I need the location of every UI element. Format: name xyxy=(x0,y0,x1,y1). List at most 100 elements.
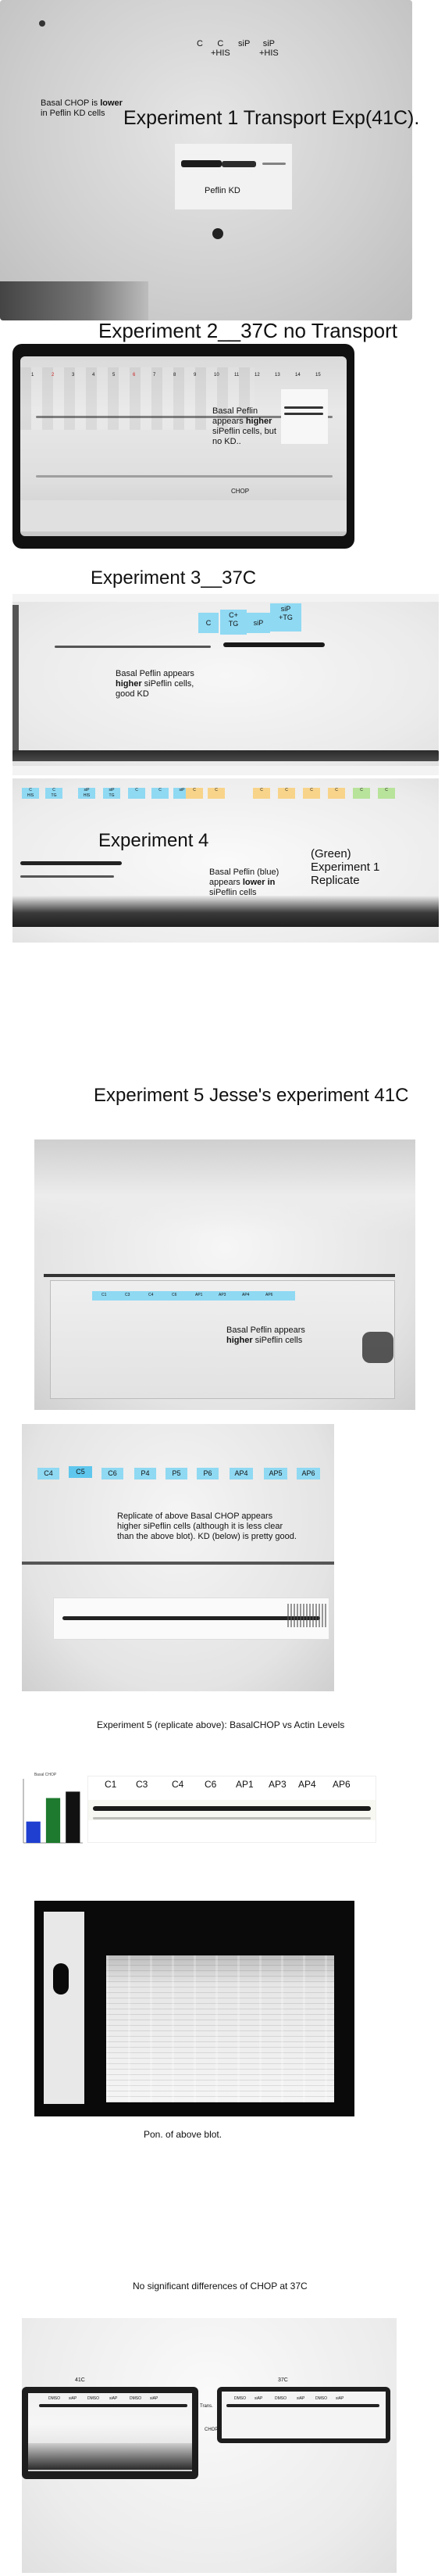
exp1-title: Experiment 1 Transport Exp(41C). xyxy=(123,107,420,129)
exp4-yellow-tag: C xyxy=(253,788,270,799)
exp5-strip-label: AP3 xyxy=(219,1293,226,1297)
exp2-lane-number: 3 xyxy=(72,373,75,377)
final-lane-label: DMSO xyxy=(130,2396,141,2401)
exp1-lane-label: C +HIS xyxy=(211,39,230,58)
exp5-tag: P4 xyxy=(134,1468,156,1479)
exp3-title: Experiment 3__37C xyxy=(91,567,257,589)
exp5-tag: AP5 xyxy=(264,1468,287,1479)
exp4-note-text: siPeflin cells xyxy=(209,888,257,897)
exp2-note-text: siPeflin cells, but no KD.. xyxy=(212,427,276,446)
exp1-note: Basal CHOP is lower in Peflin KD cells xyxy=(41,98,128,119)
exp5rep-band xyxy=(93,1806,371,1811)
exp5-strip-label: C3 xyxy=(125,1293,130,1297)
exp5rep-lane-label: C1 xyxy=(105,1779,117,1790)
exp1-peflin-kd-label: Peflin KD xyxy=(205,186,240,195)
exp1-lane-label: siP xyxy=(238,39,251,48)
exp1-spot xyxy=(212,228,223,239)
exp2-lane-number: 7 xyxy=(153,373,156,377)
exp3-note: Basal Peflin appears higher siPeflin cel… xyxy=(116,669,214,699)
final-lane-label: siAP xyxy=(297,2396,305,2401)
exp4-band xyxy=(20,875,114,878)
exp5-tag: AP4 xyxy=(230,1468,253,1479)
exp4-blue-tag: siP HIS xyxy=(78,788,95,799)
exp2-band xyxy=(284,413,323,415)
exp2-lane-number: 11 xyxy=(234,373,240,377)
final-lane-label: siAP xyxy=(336,2396,344,2401)
final-lane-label: siAP xyxy=(150,2396,158,2401)
exp5-tag: C5 xyxy=(69,1466,92,1478)
final-lane-label: siAP xyxy=(109,2396,118,2401)
exp1-label-box xyxy=(175,144,292,209)
exp5-replicate-note: Replicate of above Basal CHOP appears hi… xyxy=(117,1512,297,1541)
exp5-tag: C4 xyxy=(37,1468,59,1479)
exp4-note: Basal Peflin (blue) appears lower in siP… xyxy=(209,868,287,898)
exp5rep-lane-label: AP3 xyxy=(269,1779,287,1790)
chart-bar xyxy=(26,1821,41,1843)
exp5-note-bold: higher xyxy=(226,1336,253,1345)
exp4-yellow-tag: C xyxy=(208,788,225,799)
exp4-title: Experiment 4 xyxy=(98,830,209,851)
final-lane-label: DMSO xyxy=(87,2396,99,2401)
exp2-chop-label: CHOP xyxy=(231,488,250,495)
exp5-strip-label: C1 xyxy=(101,1293,107,1297)
exp2-lane-number: 13 xyxy=(275,373,280,377)
ponceau-caption: Pon. of above blot. xyxy=(144,2129,222,2140)
exp5rep-title: Experiment 5 (replicate above): BasalCHO… xyxy=(97,1719,345,1730)
exp5-tag: P6 xyxy=(197,1468,219,1479)
exp2-lane-number: 4 xyxy=(92,373,95,377)
exp3-tag: siP xyxy=(247,613,270,633)
exp4-band xyxy=(20,861,122,865)
final-caption: No significant differences of CHOP at 37… xyxy=(133,2281,308,2292)
exp4-blue-tag: C xyxy=(151,788,169,799)
exp3-band xyxy=(223,642,325,647)
exp5-strip-label: C6 xyxy=(172,1293,177,1297)
exp4-yellow-tag: C xyxy=(303,788,320,799)
exp1-dark-corner xyxy=(0,281,148,320)
final-blot xyxy=(22,2318,397,2573)
final-band xyxy=(226,2404,379,2407)
exp5rep-lane-label: C6 xyxy=(205,1779,217,1790)
exp1-note-text: Basal CHOP is xyxy=(41,98,101,108)
exp1-lane-label: C xyxy=(197,39,203,48)
exp3-note-text: Basal Peflin appears xyxy=(116,669,194,678)
exp1-band xyxy=(181,160,222,167)
exp4-yellow-tag: C xyxy=(328,788,345,799)
exp4-note-bold: lower in xyxy=(242,878,276,887)
exp5rep-lane-label: C3 xyxy=(136,1779,148,1790)
exp2-lane-number: 8 xyxy=(173,373,176,377)
exp3-tag: C xyxy=(198,613,219,633)
exp5-title: Experiment 5 Jesse's experiment 41C xyxy=(94,1085,409,1106)
exp1-note-bold: lower xyxy=(100,98,123,108)
exp5-tag: C6 xyxy=(101,1468,123,1479)
final-lane-label: DMSO xyxy=(315,2396,327,2401)
exp4-yellow-tag: C xyxy=(278,788,295,799)
exp5-tag: P5 xyxy=(166,1468,187,1479)
exp1-spot xyxy=(39,20,45,27)
exp5-blot xyxy=(34,1140,415,1410)
exp2-lane-numbers: 1 2 3 4 5 6 7 8 9 10 11 12 13 14 15 xyxy=(31,373,359,382)
exp4-blue-tag: C TG xyxy=(45,788,62,799)
exp3-band xyxy=(12,750,439,761)
final-band xyxy=(39,2404,187,2407)
exp2-lane-number: 6 xyxy=(133,373,136,377)
exp1-lane-label: siP +HIS xyxy=(259,39,279,58)
exp2-lane-number: 10 xyxy=(214,373,219,377)
exp4-yellow-tag: C xyxy=(186,788,203,799)
exp5-strip: C1 C3 C4 C6 AP1 AP3 AP4 AP6 xyxy=(92,1291,295,1301)
exp2-inset xyxy=(281,389,328,444)
exp1-band xyxy=(222,161,256,167)
exp2-lane-number: 12 xyxy=(255,373,260,377)
exp5-note: Basal Peflin appears higher siPeflin cel… xyxy=(226,1326,312,1346)
exp4-green-note: (Green) Experiment 1 Replicate xyxy=(311,847,380,887)
final-lane-label: DMSO xyxy=(48,2396,60,2401)
exp1-band xyxy=(262,163,286,165)
exp5-note-text: Basal Peflin appears xyxy=(226,1326,305,1335)
exp5rep-lane-label: AP1 xyxy=(236,1779,254,1790)
exp4-green-tag: C xyxy=(353,788,370,799)
final-lane-label: siAP xyxy=(69,2396,77,2401)
exp2-band xyxy=(36,475,333,478)
exp3-band xyxy=(55,646,211,648)
exp3-tag: siP +TG xyxy=(270,603,301,631)
exp2-note: Basal Peflin appears higher siPeflin cel… xyxy=(212,406,287,447)
exp5rep-lane-label: AP6 xyxy=(333,1779,351,1790)
